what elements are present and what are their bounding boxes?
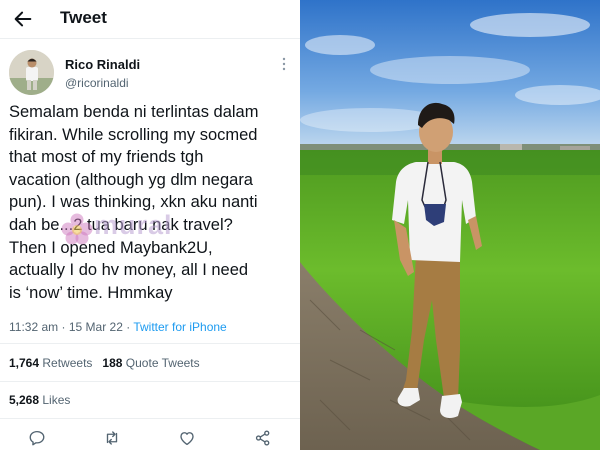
- paddy-field-photo: [300, 0, 600, 450]
- retweets-count: 1,764: [9, 356, 40, 370]
- engagement-stats: 1,764 Retweets 188 Quote Tweets: [9, 356, 200, 370]
- heart-icon[interactable]: [178, 429, 196, 447]
- tweet-time[interactable]: 11:32 am: [9, 320, 58, 334]
- tweet-header: Tweet: [0, 0, 300, 39]
- tweet-text-line: actually I do hv money, all I need: [9, 261, 249, 280]
- tweet-text: Semalam benda ni terlintas dalam fikiran…: [9, 101, 299, 304]
- meta-separator: ·: [126, 320, 131, 334]
- retweets-label: Retweets: [42, 356, 93, 370]
- page-title: Tweet: [60, 8, 107, 27]
- tweet-text-line: vacation (although yg dlm negara: [9, 170, 253, 189]
- tweet-meta: 11:32 am · 15 Mar 22 · Twitter for iPhon…: [9, 320, 227, 334]
- tweet-panel: Tweet Rico Rinaldi @ricorinaldi Semalam …: [0, 0, 300, 450]
- tweet-text-line: that most of my friends tgh: [9, 148, 204, 167]
- retweet-icon[interactable]: [103, 429, 121, 447]
- quote-tweets-stat[interactable]: 188 Quote Tweets: [102, 356, 199, 370]
- likes-stat[interactable]: 5,268 Likes: [9, 393, 70, 407]
- divider: [0, 418, 300, 419]
- quote-tweets-label: Quote Tweets: [125, 356, 200, 370]
- likes-count: 5,268: [9, 393, 40, 407]
- tweet-text-line: Then I opened Maybank2U,: [9, 238, 213, 257]
- photo-panel: [300, 0, 600, 450]
- screenshot-frame: Tweet Rico Rinaldi @ricorinaldi Semalam …: [0, 0, 600, 450]
- more-vertical-icon[interactable]: [279, 56, 289, 72]
- meta-separator: ·: [61, 320, 66, 334]
- likes-label: Likes: [42, 393, 71, 407]
- tweet-text-line: fikiran. While scrolling my socmed: [9, 125, 258, 144]
- divider: [0, 381, 300, 382]
- tweet-text-line: Semalam benda ni terlintas dalam: [9, 103, 259, 121]
- divider: [0, 343, 300, 344]
- tweet-text-line: is ‘now’ time. Hmmkay: [9, 283, 173, 302]
- share-icon[interactable]: [254, 429, 272, 447]
- avatar-image: [9, 50, 54, 95]
- tweet-text-line: dah be...2 tua baru nak travel?: [9, 215, 233, 234]
- tweet-source-link[interactable]: Twitter for iPhone: [133, 320, 226, 334]
- tweet-date[interactable]: 15 Mar 22: [69, 320, 123, 334]
- author-name[interactable]: Rico Rinaldi: [65, 57, 140, 72]
- tweet-text-line: pun). I was thinking, xkn aku nanti: [9, 193, 258, 212]
- arrow-left-icon[interactable]: [12, 8, 34, 30]
- quote-tweets-count: 188: [102, 356, 123, 370]
- reply-icon[interactable]: [28, 429, 46, 447]
- retweets-stat[interactable]: 1,764 Retweets: [9, 356, 92, 370]
- author-handle[interactable]: @ricorinaldi: [65, 76, 129, 90]
- avatar[interactable]: [9, 50, 54, 95]
